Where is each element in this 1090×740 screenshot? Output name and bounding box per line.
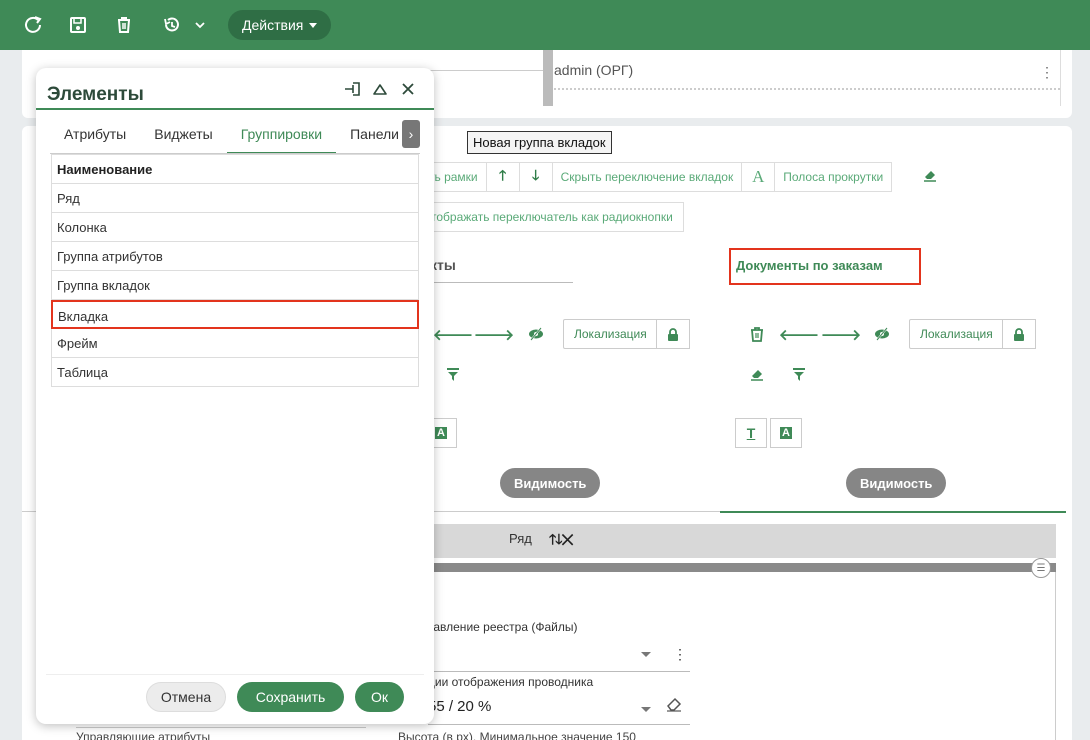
dropdown-caret-icon[interactable] xyxy=(641,652,651,657)
dialog-header-controls xyxy=(344,80,416,98)
splitter-bar[interactable] xyxy=(543,50,553,106)
radio-display-button[interactable]: тображать переключатель как радиокнопки xyxy=(420,202,684,232)
visibility-button-right[interactable]: Видимость xyxy=(846,468,947,498)
visibility-button-left[interactable]: Видимость xyxy=(500,468,601,498)
history-icon[interactable] xyxy=(160,13,184,37)
groupings-table: Наименование Ряд Колонка Группа атрибуто… xyxy=(51,154,419,387)
arrow-down-icon[interactable]: 🡓 xyxy=(518,162,553,192)
tab-header-documents[interactable]: Документы по заказам xyxy=(729,248,921,285)
arrow-right-icon[interactable]: 🡒 xyxy=(474,319,514,349)
trash-icon[interactable] xyxy=(742,319,772,349)
admin-field-value: admin (ОРГ) xyxy=(554,62,634,78)
table-row[interactable]: Группа вкладок xyxy=(51,271,419,300)
field-underline xyxy=(428,671,690,672)
clear-icon[interactable] xyxy=(665,696,683,715)
more-vert-icon[interactable]: ⋮ xyxy=(1040,64,1054,81)
lock-icon[interactable] xyxy=(1002,319,1036,349)
filter-icon[interactable] xyxy=(784,359,814,389)
actions-label: Действия xyxy=(242,17,304,33)
table-header: Наименование xyxy=(51,154,419,184)
table-row[interactable]: Фрейм xyxy=(51,329,419,358)
scroll-button[interactable]: Полоса прокрутки xyxy=(774,162,893,192)
footer-divider xyxy=(46,674,424,675)
tab-widgets[interactable]: Виджеты xyxy=(140,122,227,154)
ok-button[interactable]: Ок xyxy=(355,682,404,712)
row-frame xyxy=(420,572,1056,740)
eye-off-icon[interactable] xyxy=(521,319,551,349)
eraser-icon[interactable] xyxy=(742,359,772,389)
text-style-icon[interactable]: T xyxy=(735,418,767,448)
dropdown-caret-icon[interactable] xyxy=(641,707,651,712)
eye-off-icon[interactable] xyxy=(867,319,897,349)
title-underline xyxy=(36,108,434,110)
dialog-tabs: Атрибуты Виджеты Группировки Панели xyxy=(50,122,413,154)
font-icon[interactable]: A xyxy=(741,162,776,192)
dock-icon[interactable] xyxy=(344,80,360,98)
tab-groupings[interactable]: Группировки xyxy=(226,122,337,154)
close-icon[interactable] xyxy=(400,80,416,98)
arrow-right-icon[interactable]: 🡒 xyxy=(821,319,861,349)
tab-group-toolbar: ть рамки 🡑 🡓 Скрыть переключение вкладок… xyxy=(420,162,893,192)
save-button[interactable]: Сохранить xyxy=(237,682,344,712)
eraser-icon[interactable] xyxy=(922,168,938,185)
tab-underline xyxy=(420,282,573,283)
hide-tabs-button[interactable]: Скрыть переключение вкладок xyxy=(551,162,743,192)
collapse-icon[interactable] xyxy=(372,80,388,98)
field-underline xyxy=(76,727,366,728)
field-underline xyxy=(428,724,690,725)
dotted-divider xyxy=(554,88,1060,90)
table-row[interactable]: Таблица xyxy=(51,358,419,387)
table-row[interactable]: Ряд xyxy=(51,184,419,213)
explorer-field-value[interactable]: 55 / 20 % xyxy=(428,698,491,715)
table-row-selected[interactable]: Вкладка xyxy=(51,300,419,329)
card-edge xyxy=(1060,50,1061,106)
lock-icon[interactable] xyxy=(656,319,690,349)
registry-field-label: тавление реестра (Файлы) xyxy=(428,620,578,634)
table-row[interactable]: Группа атрибутов xyxy=(51,242,419,271)
trash-icon[interactable] xyxy=(112,13,136,37)
filter-icon[interactable] xyxy=(438,359,468,389)
text-color-icon[interactable]: A xyxy=(770,418,802,448)
localization-button[interactable]: Локализация xyxy=(563,319,658,349)
more-vert-icon[interactable]: ⋮ xyxy=(673,646,687,663)
tooltip: Новая группа вкладок xyxy=(467,131,612,154)
chevron-down-icon[interactable] xyxy=(188,13,212,37)
arrow-left-icon[interactable]: 🡐 xyxy=(779,319,819,349)
arrow-left-icon[interactable]: 🡐 xyxy=(433,319,473,349)
row-label: Ряд xyxy=(509,531,532,546)
top-toolbar: Действия xyxy=(0,0,1090,50)
table-row[interactable]: Колонка xyxy=(51,213,419,242)
explorer-field-label: ции отображения проводника xyxy=(428,675,594,689)
control-attributes-label: Управляющие атрибуты xyxy=(76,730,211,740)
tab-attributes[interactable]: Атрибуты xyxy=(50,122,140,154)
dialog-title: Элементы xyxy=(47,84,144,105)
elements-dialog: Элементы Атрибуты Виджеты Группировки Па… xyxy=(36,68,434,724)
row-move-controls-icon[interactable]: 🡑🡓✕ xyxy=(549,529,574,553)
actions-button[interactable]: Действия xyxy=(228,10,332,40)
arrow-up-icon[interactable]: 🡑 xyxy=(485,162,520,192)
height-label: Высота (в px). Минимальное значение 150 xyxy=(398,730,636,740)
caret-down-icon xyxy=(309,22,318,28)
cancel-button[interactable]: Отмена xyxy=(146,682,226,712)
row-bar xyxy=(420,563,1056,572)
save-icon[interactable] xyxy=(66,13,90,37)
chevron-right-icon[interactable]: › xyxy=(402,120,420,148)
active-tab-indicator xyxy=(720,511,1066,513)
localization-button[interactable]: Локализация xyxy=(909,319,1004,349)
refresh-icon[interactable] xyxy=(21,13,45,37)
